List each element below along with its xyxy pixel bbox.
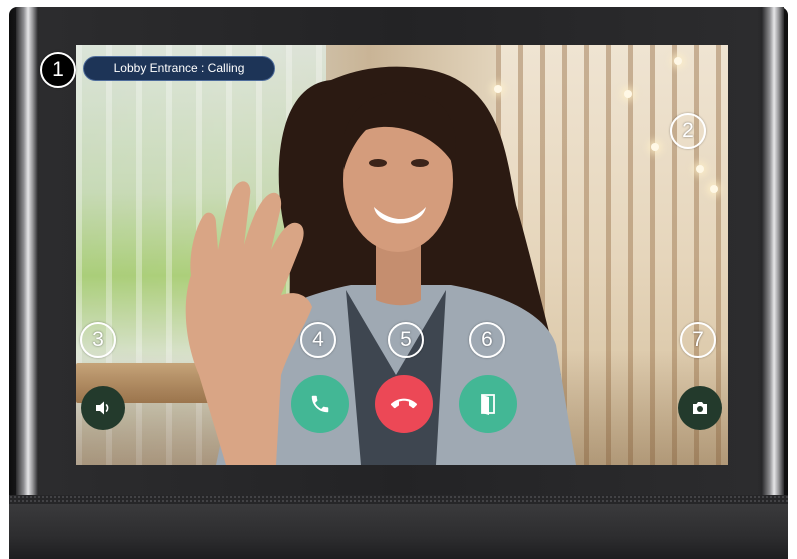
- callout-6: 6: [469, 322, 505, 358]
- callout-4: 4: [300, 322, 336, 358]
- door-open-icon: [481, 394, 495, 415]
- right-metal-trim: [762, 7, 784, 559]
- speaker-button[interactable]: [81, 386, 125, 430]
- left-metal-trim: [16, 7, 38, 559]
- speaker-grille: [9, 495, 788, 504]
- callout-5: 5: [388, 322, 424, 358]
- device-base: [9, 504, 788, 559]
- callout-1: 1: [40, 52, 76, 88]
- callout-2: 2: [670, 113, 706, 149]
- callout-3: 3: [80, 322, 116, 358]
- answer-call-button[interactable]: [291, 375, 349, 433]
- camera-icon: [693, 402, 707, 414]
- call-status-label: Lobby Entrance : Calling: [83, 56, 275, 81]
- phone-hangup-icon: [391, 398, 417, 409]
- callout-7: 7: [680, 322, 716, 358]
- phone-icon: [311, 395, 329, 413]
- speaker-icon: [96, 401, 109, 415]
- open-door-button[interactable]: [459, 375, 517, 433]
- hang-up-button[interactable]: [375, 375, 433, 433]
- snapshot-button[interactable]: [678, 386, 722, 430]
- intercom-device: Lobby Entrance : Calling 1 2 3 4 5 6 7: [0, 0, 797, 559]
